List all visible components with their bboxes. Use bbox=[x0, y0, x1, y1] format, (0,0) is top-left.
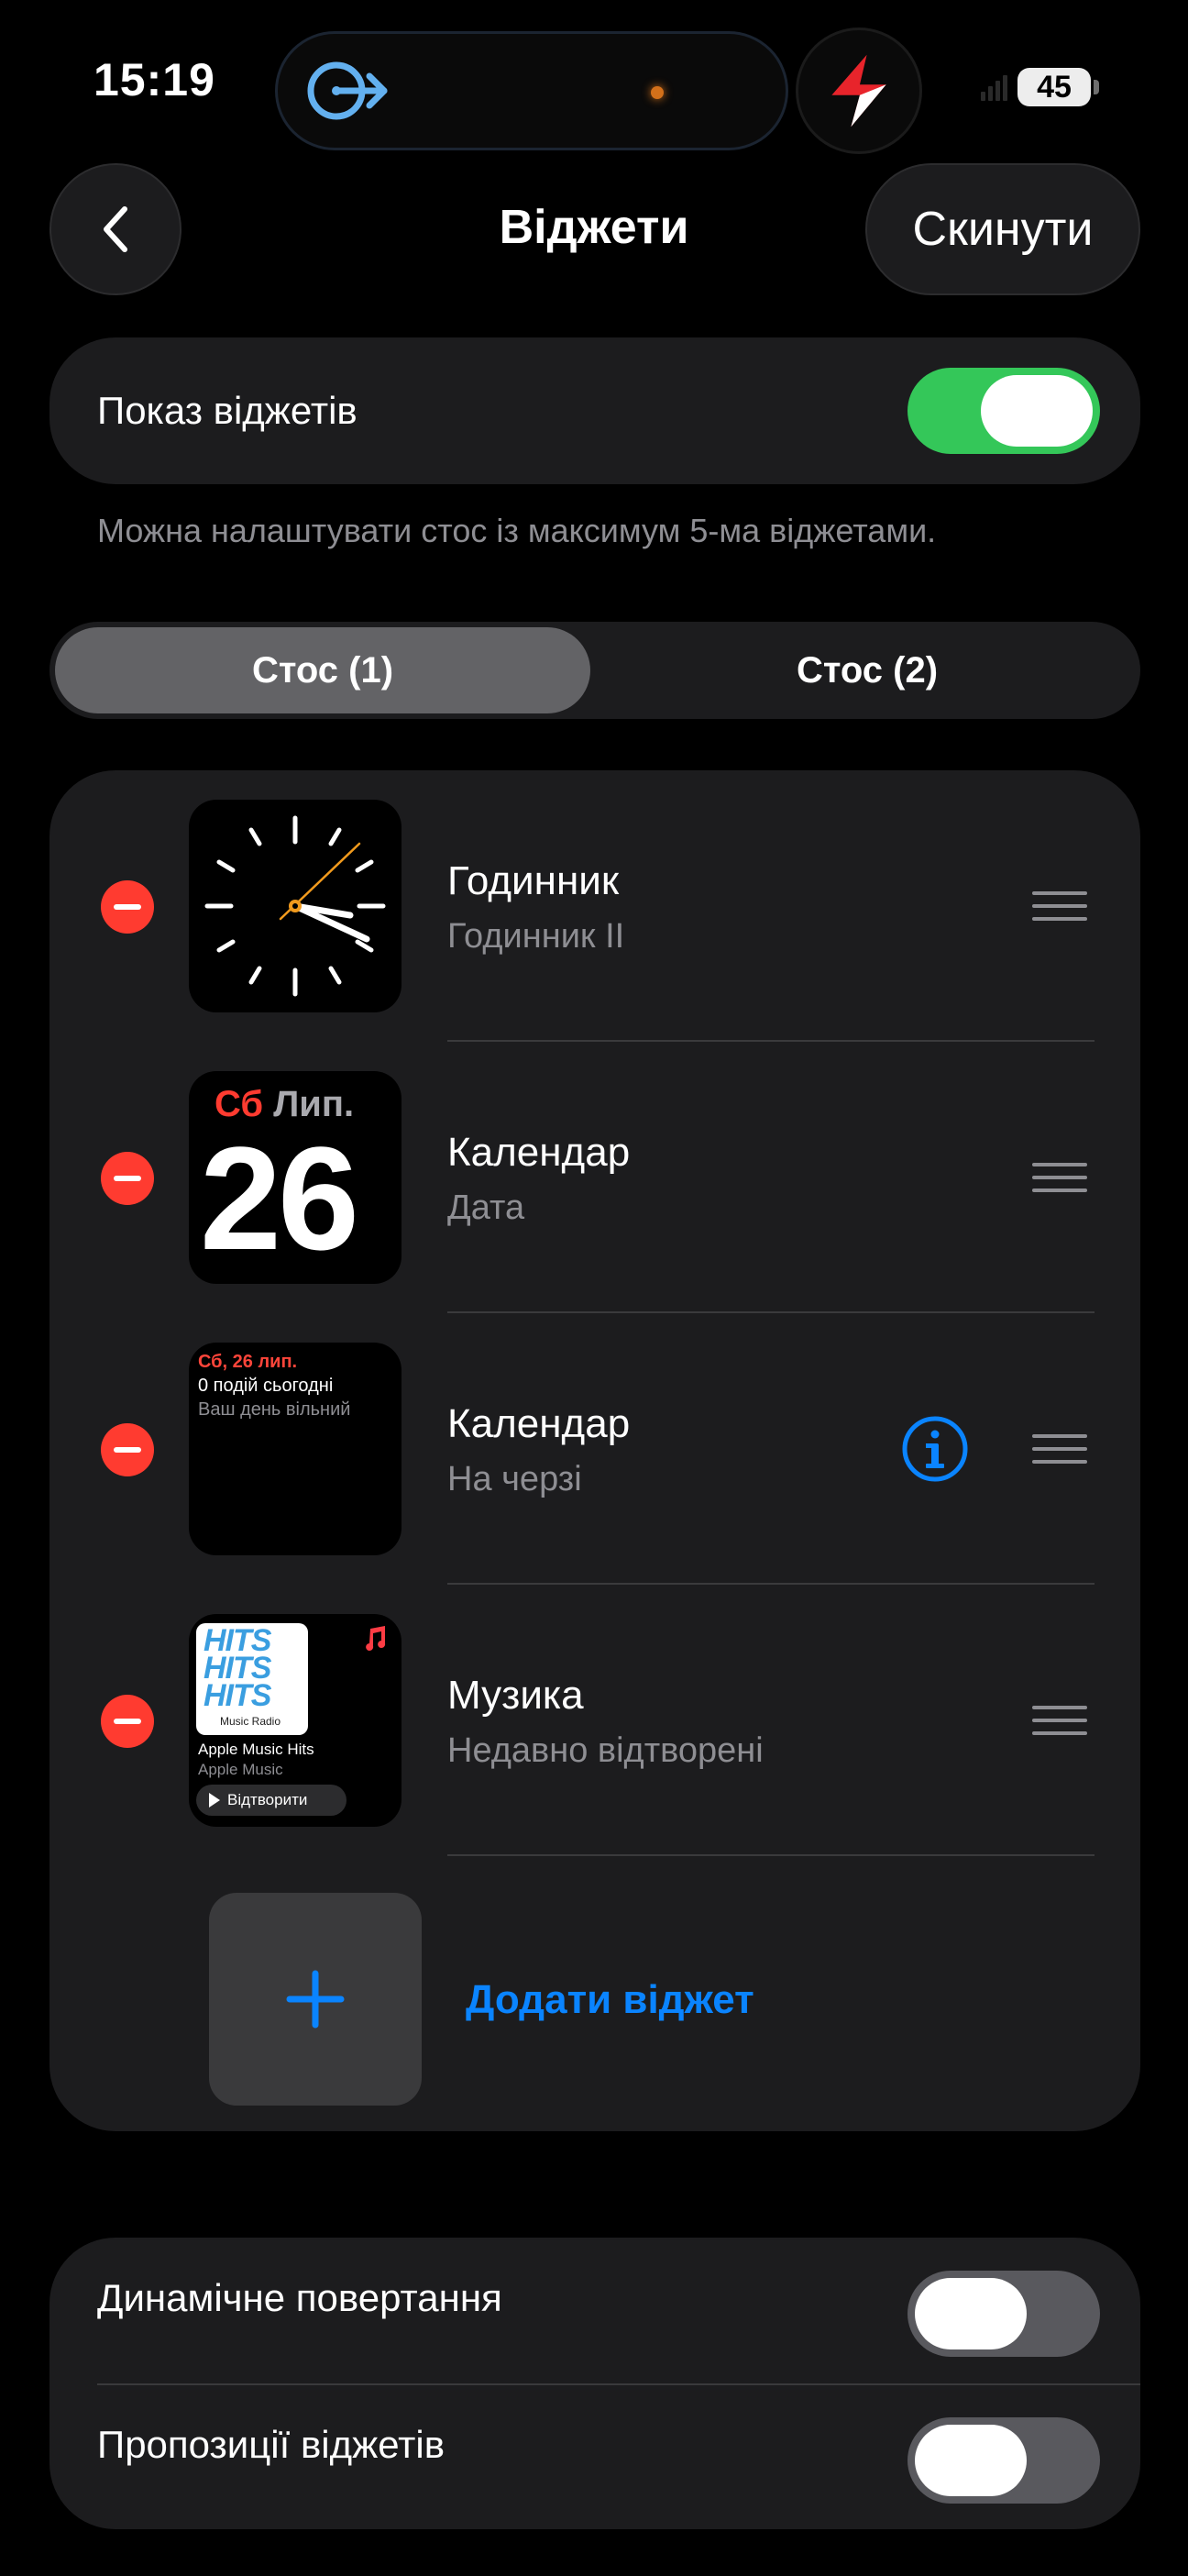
widget-title: Музика bbox=[447, 1673, 584, 1718]
up-next-date: Сб, 26 лип. bbox=[198, 1352, 298, 1372]
reorder-handle-icon[interactable] bbox=[1032, 1706, 1087, 1737]
plus-icon bbox=[286, 1970, 345, 2029]
show-widgets-toggle[interactable] bbox=[908, 368, 1100, 454]
app-activity-icon bbox=[796, 28, 922, 154]
remove-widget-button[interactable] bbox=[101, 880, 154, 934]
info-icon[interactable] bbox=[900, 1414, 970, 1484]
reorder-handle-icon[interactable] bbox=[1032, 891, 1087, 923]
reorder-handle-icon[interactable] bbox=[1032, 1434, 1087, 1465]
dynamic-rotation-label: Динамічне повертання bbox=[97, 2276, 502, 2319]
reorder-handle-icon[interactable] bbox=[1032, 1163, 1087, 1194]
toggle-knob bbox=[915, 2425, 1027, 2496]
bolt-icon bbox=[831, 54, 886, 127]
dynamic-island bbox=[275, 31, 788, 150]
row-divider bbox=[447, 1854, 1094, 1856]
clock-widget-thumbnail bbox=[189, 800, 402, 1012]
widget-subtitle: Дата bbox=[447, 1188, 525, 1227]
widget-title: Календар bbox=[447, 1401, 631, 1446]
toggle-knob bbox=[981, 375, 1093, 447]
battery-level: 45 bbox=[1018, 68, 1091, 106]
playlist-source: Apple Music bbox=[198, 1761, 283, 1778]
up-next-note: Ваш день вільний bbox=[198, 1399, 351, 1420]
widget-row-clock: Годинник Годинник II bbox=[50, 770, 1140, 1042]
tab-stack-2[interactable]: Стос (2) bbox=[600, 627, 1135, 713]
stack-tabs: Стос (1) Стос (2) bbox=[50, 622, 1140, 719]
row-divider bbox=[97, 2383, 1140, 2385]
calendar-date-thumbnail: Сб Лип. 26 bbox=[189, 1071, 402, 1284]
remove-widget-button[interactable] bbox=[101, 1423, 154, 1476]
widget-title: Календар bbox=[447, 1130, 631, 1175]
toggle-knob bbox=[915, 2278, 1027, 2349]
widget-suggestions-toggle[interactable] bbox=[908, 2417, 1100, 2504]
up-next-events: 0 подій сьогодні bbox=[198, 1376, 334, 1396]
calendar-day-number: 26 bbox=[200, 1116, 359, 1280]
play-icon bbox=[209, 1793, 220, 1808]
widget-suggestions-label: Пропозиції віджетів bbox=[97, 2423, 446, 2466]
add-widget-tile[interactable] bbox=[209, 1893, 422, 2106]
music-radio-label: Music Radio bbox=[220, 1715, 281, 1728]
playlist-artwork: HITS HITS HITS Music Radio bbox=[196, 1623, 308, 1735]
widget-subtitle: На черзі bbox=[447, 1460, 582, 1498]
show-widgets-label: Показ віджетів bbox=[97, 389, 358, 432]
sign-out-icon bbox=[307, 61, 388, 120]
add-widget-button[interactable]: Додати віджет bbox=[466, 1977, 754, 2023]
recording-dot bbox=[651, 86, 664, 99]
artwork-text: HITS bbox=[204, 1678, 271, 1713]
stack-settings-card: Динамічне повертання Пропозиції віджетів bbox=[50, 2238, 1140, 2529]
music-widget-thumbnail: HITS HITS HITS Music Radio Apple Music H… bbox=[189, 1614, 402, 1827]
widget-row-music: HITS HITS HITS Music Radio Apple Music H… bbox=[50, 1585, 1140, 1856]
widget-stack-list: Годинник Годинник II Сб Лип. 26 Календар… bbox=[50, 770, 1140, 2131]
battery-icon bbox=[1094, 80, 1099, 94]
widget-subtitle: Годинник II bbox=[447, 917, 625, 956]
status-time: 15:19 bbox=[94, 54, 215, 105]
calendar-up-next-thumbnail: Сб, 26 лип. 0 подій сьогодні Ваш день ві… bbox=[189, 1343, 402, 1555]
stack-footnote: Можна налаштувати стос із максимум 5-ма … bbox=[97, 512, 937, 549]
tab-stack-1[interactable]: Стос (1) bbox=[55, 627, 590, 713]
widget-row-calendar-date: Сб Лип. 26 Календар Дата bbox=[50, 1042, 1140, 1313]
widget-row-calendar-up-next: Сб, 26 лип. 0 подій сьогодні Ваш день ві… bbox=[50, 1313, 1140, 1585]
dynamic-rotation-toggle[interactable] bbox=[908, 2271, 1100, 2357]
playlist-name: Apple Music Hits bbox=[198, 1741, 314, 1758]
remove-widget-button[interactable] bbox=[101, 1695, 154, 1748]
play-button: Відтворити bbox=[196, 1785, 346, 1816]
widget-subtitle: Недавно відтворені bbox=[447, 1731, 764, 1770]
remove-widget-button[interactable] bbox=[101, 1152, 154, 1205]
music-note-icon bbox=[366, 1626, 386, 1651]
play-label: Відтворити bbox=[227, 1791, 308, 1808]
signal-icon bbox=[981, 75, 1007, 101]
show-widgets-card: Показ віджетів bbox=[50, 337, 1140, 484]
clock-face-icon bbox=[204, 815, 386, 997]
reset-button[interactable]: Скинути bbox=[865, 163, 1140, 295]
widget-title: Годинник bbox=[447, 858, 620, 903]
